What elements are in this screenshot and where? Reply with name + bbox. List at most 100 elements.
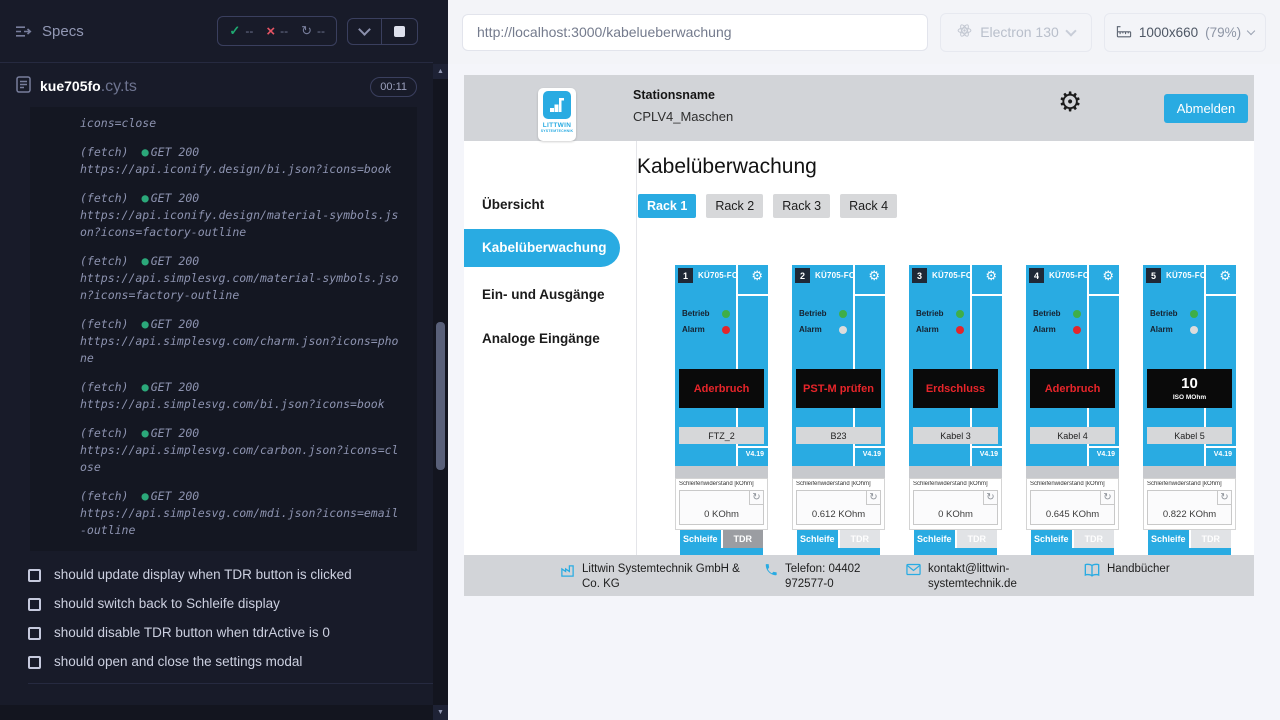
station-name: CPLV4_Maschen	[633, 109, 733, 124]
betrieb-led	[956, 310, 964, 318]
scroll-down-button[interactable]: ▼	[433, 705, 448, 720]
footer-manuals[interactable]: Handbücher	[1084, 562, 1170, 577]
spec-file-row[interactable]: kue705fo.cy.ts 00:11	[0, 63, 433, 107]
footer-email[interactable]: kontakt@littwin-systemtechnik.de	[906, 562, 1076, 592]
vertical-scrollbar[interactable]: ▲ ▼	[433, 64, 448, 720]
device-model: KÜ705-FO	[932, 271, 972, 280]
status-ok-dot: ●	[141, 317, 148, 331]
running-count: --	[317, 24, 325, 38]
test-item[interactable]: should switch back to Schleife display	[28, 596, 433, 611]
scroll-up-button[interactable]: ▲	[433, 64, 448, 79]
device-settings-icon[interactable]: ⚙	[1219, 268, 1231, 284]
firmware-version: V4.19	[746, 451, 764, 458]
schleife-button[interactable]: Schleife	[1148, 530, 1189, 548]
nav-item-ein-und-ausgaenge[interactable]: Ein- und Ausgänge	[464, 287, 605, 303]
electron-icon	[957, 23, 972, 41]
log-entry[interactable]: (fetch)●GET 200https://api.simplesvg.com…	[80, 379, 403, 413]
url-input[interactable]	[462, 14, 928, 51]
viewport-size: 1000x660	[1139, 25, 1198, 40]
schleife-button[interactable]: Schleife	[680, 530, 721, 548]
phone-icon	[764, 563, 778, 577]
refresh-icon[interactable]: ↻	[983, 491, 997, 505]
schleife-button[interactable]: Schleife	[914, 530, 955, 548]
settings-gear-icon[interactable]: ⚙	[1058, 87, 1082, 118]
measurement-value: 0.822 KOhm	[1148, 509, 1231, 520]
tab-rack-2[interactable]: Rack 2	[706, 194, 763, 218]
specs-menu-icon[interactable]	[15, 25, 32, 38]
tdr-button[interactable]: TDR	[1191, 530, 1232, 548]
log-entry[interactable]: (fetch)●GET 200https://api.simplesvg.com…	[80, 425, 403, 476]
schleife-button[interactable]: Schleife	[797, 530, 838, 548]
log-entry[interactable]: (fetch)●GET 200https://api.simplesvg.com…	[80, 316, 403, 367]
tdr-button[interactable]: TDR	[957, 530, 998, 548]
log-entry[interactable]: (fetch)●GET 200https://api.simplesvg.com…	[80, 488, 403, 539]
nav-item-analoge-eingaenge[interactable]: Analoge Eingänge	[464, 331, 600, 347]
log-entry[interactable]: icons=close	[80, 115, 403, 132]
cable-name: Kabel 4	[1030, 427, 1115, 444]
scrollbar-thumb[interactable]	[436, 322, 445, 470]
littwin-logo: LITTWIN SYSTEMTECHNIK	[538, 88, 576, 141]
device-number: 5	[1146, 268, 1161, 283]
collapse-button[interactable]	[348, 19, 381, 44]
measurement-value: 0 KOhm	[914, 509, 997, 520]
betrieb-led	[1190, 310, 1198, 318]
device-model: KÜ705-FO	[815, 271, 855, 280]
betrieb-led	[839, 310, 847, 318]
test-item[interactable]: should disable TDR button when tdrActive…	[28, 625, 433, 640]
tdr-button[interactable]: TDR	[840, 530, 881, 548]
device-settings-icon[interactable]: ⚙	[751, 268, 763, 284]
firmware-version: V4.19	[1214, 451, 1232, 458]
aut-frame: LITTWIN SYSTEMTECHNIK Stationsname CPLV4…	[448, 64, 1280, 720]
log-entry[interactable]: (fetch)●GET 200https://api.simplesvg.com…	[80, 253, 403, 304]
cable-name: Kabel 5	[1147, 427, 1232, 444]
test-item[interactable]: should update display when TDR button is…	[28, 567, 433, 582]
tab-rack-4[interactable]: Rack 4	[840, 194, 897, 218]
betrieb-led	[722, 310, 730, 318]
refresh-icon[interactable]: ↻	[1100, 491, 1114, 505]
device-model: KÜ705-FO	[1049, 271, 1089, 280]
tab-rack-3[interactable]: Rack 3	[773, 194, 830, 218]
tab-rack-1[interactable]: Rack 1	[638, 194, 696, 218]
refresh-icon[interactable]: ↻	[866, 491, 880, 505]
device-settings-icon[interactable]: ⚙	[868, 268, 880, 284]
status-display: Aderbruch	[1030, 369, 1115, 408]
horizontal-scrollbar[interactable]	[0, 705, 433, 720]
device-settings-icon[interactable]: ⚙	[1102, 268, 1114, 284]
chevron-down-icon	[1247, 26, 1255, 34]
status-display: Erdschluss	[913, 369, 998, 408]
nav-item-uebersicht[interactable]: Übersicht	[464, 197, 544, 213]
device-card: 2KÜ705-FO⚙BetriebAlarmPST-M prüfenB23V4.…	[792, 265, 885, 555]
tdr-button[interactable]: TDR	[723, 530, 764, 548]
device-panel: 4KÜ705-FO⚙BetriebAlarmAderbruchKabel 4V4…	[1026, 265, 1119, 466]
device-settings-icon[interactable]: ⚙	[985, 268, 997, 284]
nav-item-kabelueberwachung-active[interactable]: Kabelüberwachung	[464, 229, 620, 267]
schleife-button[interactable]: Schleife	[1031, 530, 1072, 548]
cypress-runner-panel: Specs ✓-- ×-- ↻-- kue705fo.cy.ts 00:11 i…	[0, 0, 448, 720]
page-title: Kabelüberwachung	[637, 155, 817, 179]
alarm-led	[956, 326, 964, 334]
browser-select[interactable]: Electron 130	[940, 13, 1092, 52]
stop-button[interactable]	[381, 19, 417, 44]
test-item[interactable]: should open and close the settings modal	[28, 654, 433, 669]
alarm-led	[1073, 326, 1081, 334]
status-ok-dot: ●	[141, 145, 148, 159]
logout-button[interactable]: Abmelden	[1164, 94, 1248, 123]
browser-name: Electron 130	[980, 24, 1059, 40]
measurement-panel: Schleifenwiderstand [kOhm]↻0 KOhm	[909, 478, 1002, 530]
status-ok-dot: ●	[141, 380, 148, 394]
device-number: 2	[795, 268, 810, 283]
device-panel: 5KÜ705-FO⚙BetriebAlarm10ISO MOhmKabel 5V…	[1143, 265, 1236, 466]
log-entry[interactable]: (fetch)●GET 200https://api.iconify.desig…	[80, 144, 403, 178]
test-list: should update display when TDR button is…	[0, 551, 433, 684]
tdr-button[interactable]: TDR	[1074, 530, 1115, 548]
app-footer: Littwin Systemtechnik GmbH & Co. KG Tele…	[464, 555, 1254, 596]
viewport-select[interactable]: 1000x660 (79%)	[1104, 13, 1266, 52]
specs-title: Specs	[42, 23, 84, 40]
measurement-panel: Schleifenwiderstand [kOhm]↻0.645 KOhm	[1026, 478, 1119, 530]
refresh-icon[interactable]: ↻	[749, 491, 763, 505]
status-display: 10ISO MOhm	[1147, 369, 1232, 408]
station-label: Stationsname	[633, 88, 733, 102]
footer-phone[interactable]: Telefon: 04402 972577-0	[764, 562, 899, 592]
refresh-icon[interactable]: ↻	[1217, 491, 1231, 505]
log-entry[interactable]: (fetch)●GET 200https://api.iconify.desig…	[80, 190, 403, 241]
